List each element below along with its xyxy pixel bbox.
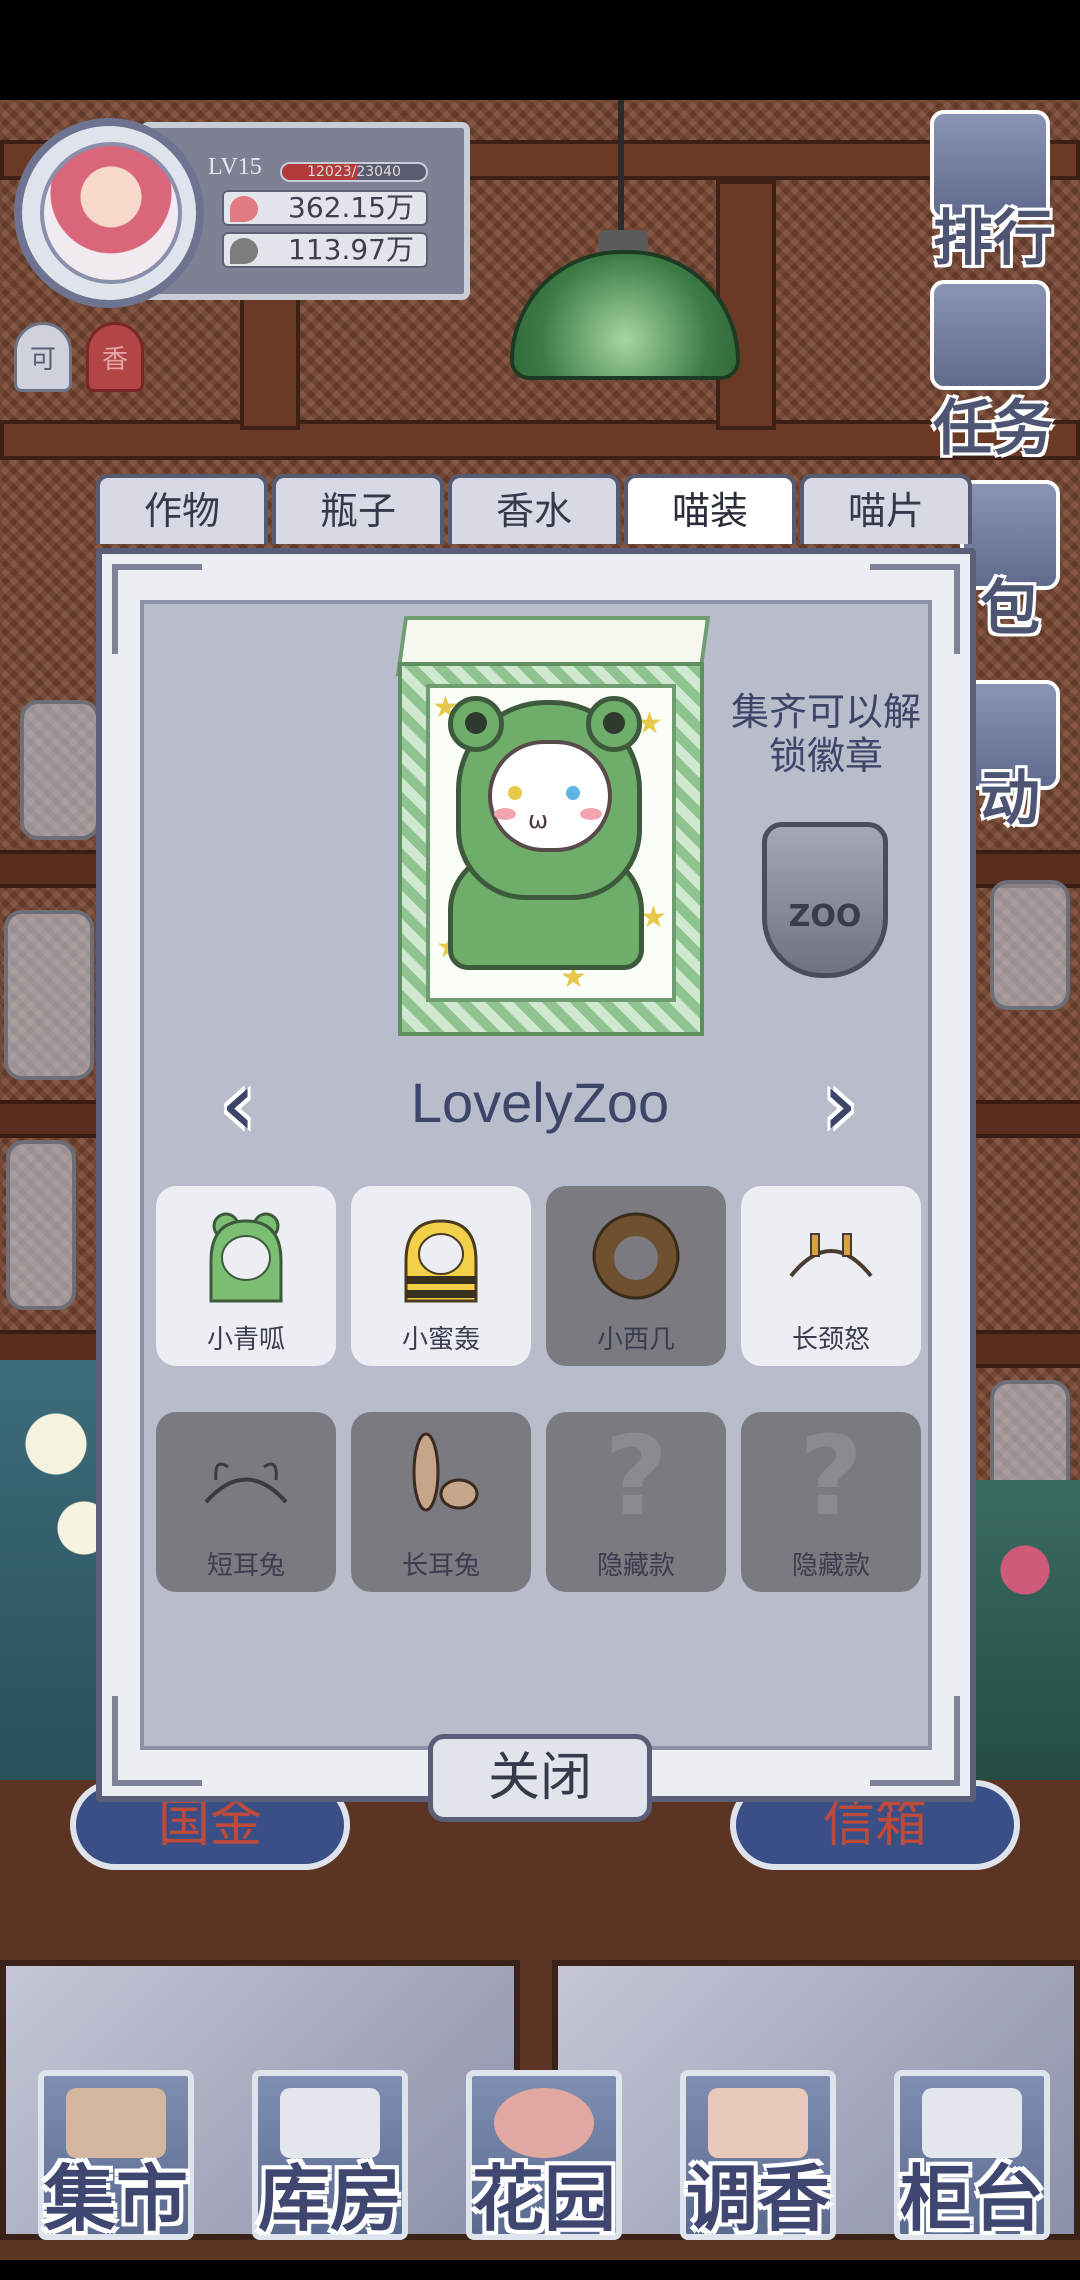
lion-mane-icon bbox=[592, 1212, 680, 1300]
item-label: 小青呱 bbox=[206, 1325, 285, 1355]
zoo-badge: ZOO bbox=[762, 822, 888, 978]
nav-counter[interactable]: 柜台 bbox=[872, 2140, 1072, 2245]
long-ear-headband-icon bbox=[412, 1432, 479, 1512]
avatar[interactable] bbox=[40, 142, 182, 284]
status-bar bbox=[0, 0, 1080, 100]
nav-garden[interactable]: 花园 bbox=[444, 2140, 644, 2245]
short-ear-headband-icon bbox=[204, 1462, 288, 1504]
question-mark-icon: ? bbox=[604, 1412, 668, 1540]
item-card-hidden-1[interactable]: ? 隐藏款 bbox=[546, 1412, 726, 1592]
item-label: 短耳兔 bbox=[206, 1551, 285, 1581]
nav-warehouse[interactable]: 库房 bbox=[230, 2140, 430, 2245]
frog-eye bbox=[465, 712, 487, 734]
lamp-cord bbox=[618, 100, 624, 250]
badge-ke[interactable]: 可 bbox=[14, 322, 72, 392]
tab-cat-outfits[interactable]: 喵装 bbox=[624, 474, 796, 544]
task-button[interactable]: 任务 bbox=[908, 380, 1078, 467]
tab-bottles[interactable]: 瓶子 bbox=[272, 474, 444, 544]
item-card-short-bunny[interactable]: 短耳兔 bbox=[156, 1412, 336, 1592]
petal-icon bbox=[230, 196, 258, 222]
item-label: 长耳兔 bbox=[401, 1551, 480, 1581]
jar bbox=[990, 880, 1070, 1010]
nav-bar bbox=[0, 2260, 1080, 2280]
tab-crops[interactable]: 作物 bbox=[96, 474, 268, 544]
jar bbox=[4, 910, 94, 1080]
jar bbox=[20, 700, 100, 840]
leaf-icon bbox=[230, 238, 258, 264]
set-name: LovelyZoo bbox=[410, 1071, 670, 1134]
unlock-hint: 集齐可以解锁徽章 bbox=[730, 690, 921, 778]
item-card-long-bunny[interactable]: 长耳兔 bbox=[351, 1412, 531, 1592]
cat-blush bbox=[494, 808, 516, 820]
tab-perfume[interactable]: 香水 bbox=[448, 474, 620, 544]
nav-market[interactable]: 集市 bbox=[16, 2140, 216, 2245]
giraffe-headband-icon bbox=[789, 1233, 873, 1278]
cat-eye-right bbox=[566, 786, 580, 800]
item-label: 小西几 bbox=[596, 1325, 675, 1355]
bee-hood-icon bbox=[404, 1219, 478, 1303]
badge-xiang[interactable]: 香 bbox=[86, 322, 144, 392]
item-card-frog[interactable]: 小青呱 bbox=[156, 1186, 336, 1366]
nav-perfume[interactable]: 调香 bbox=[658, 2140, 858, 2245]
item-label: 长颈怒 bbox=[791, 1325, 870, 1355]
item-label: 隐藏款 bbox=[791, 1551, 870, 1581]
star-icon: ★ bbox=[640, 900, 667, 935]
item-card-hidden-2[interactable]: ? 隐藏款 bbox=[741, 1412, 921, 1592]
item-label: 小蜜轰 bbox=[401, 1325, 480, 1355]
corner-ornament bbox=[112, 564, 202, 654]
next-arrow-button[interactable]: › bbox=[808, 1060, 872, 1150]
item-label: 隐藏款 bbox=[596, 1551, 675, 1581]
question-mark-icon: ? bbox=[799, 1412, 863, 1540]
ranking-button[interactable]: 排行 bbox=[908, 190, 1078, 277]
item-card-giraffe[interactable]: 长颈怒 bbox=[741, 1186, 921, 1366]
potted-plant bbox=[970, 1480, 1080, 1780]
close-button[interactable]: 关闭 bbox=[428, 1734, 652, 1822]
corner-ornament bbox=[870, 1696, 960, 1786]
prev-arrow-button[interactable]: ‹ bbox=[206, 1060, 270, 1150]
corner-ornament bbox=[870, 564, 960, 654]
cat-mouth: ω bbox=[528, 806, 549, 834]
corner-ornament bbox=[112, 1696, 202, 1786]
xp-text: 12023/23040 bbox=[307, 164, 401, 180]
cat-face bbox=[488, 740, 612, 852]
frog-hood-icon bbox=[209, 1212, 283, 1303]
jar bbox=[6, 1140, 76, 1310]
tab-cat-cards[interactable]: 喵片 bbox=[800, 474, 972, 544]
cat-eye-left bbox=[508, 786, 522, 800]
frog-eye bbox=[603, 712, 625, 734]
level-label: LV15 bbox=[208, 154, 262, 180]
item-card-lion[interactable]: 小西几 bbox=[546, 1186, 726, 1366]
xp-bar: 12023/23040 bbox=[280, 162, 428, 182]
item-card-bee[interactable]: 小蜜轰 bbox=[351, 1186, 531, 1366]
cat-blush bbox=[580, 808, 602, 820]
task-icon[interactable] bbox=[930, 280, 1050, 390]
